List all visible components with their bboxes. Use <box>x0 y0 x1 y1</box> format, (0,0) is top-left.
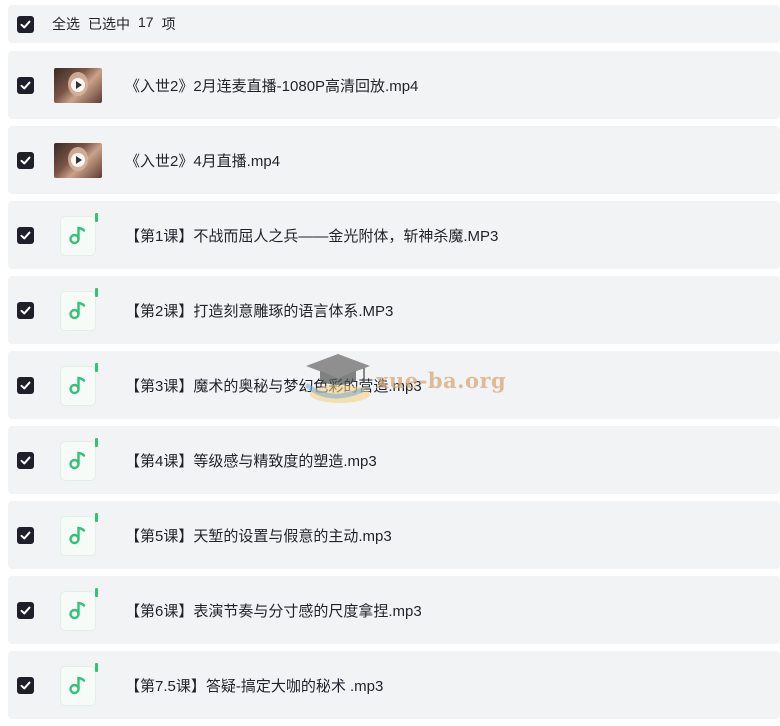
file-list: 《入世2》2月连麦直播-1080P高清回放.mp4 《入世2》4月直播.mp4 … <box>8 51 780 726</box>
audio-file-icon <box>58 513 98 557</box>
row-checkbox[interactable] <box>17 601 34 619</box>
play-icon <box>71 78 85 92</box>
music-note-icon <box>69 376 86 395</box>
music-note-icon <box>69 301 86 320</box>
check-icon <box>20 606 31 614</box>
file-title[interactable]: 【第6课】表演节奏与分寸感的尺度拿捏.mp3 <box>125 600 422 621</box>
video-thumbnail <box>54 67 102 103</box>
file-title[interactable]: 【第4课】等级感与精致度的塑造.mp3 <box>125 450 377 471</box>
file-row[interactable]: 【第7.5课】答疑-搞定大咖的秘术 .mp3 <box>8 651 780 719</box>
audio-file-icon <box>58 588 98 632</box>
file-row[interactable]: 【第3课】魔术的奥秘与梦幻色彩的营造.mp3 <box>8 351 780 419</box>
file-row[interactable]: 【第5课】天堑的设置与假意的主动.mp3 <box>8 501 780 569</box>
selected-prefix: 已选中 <box>88 16 130 32</box>
row-checkbox[interactable] <box>17 526 34 544</box>
check-icon <box>20 306 31 314</box>
music-note-icon <box>69 226 86 245</box>
file-title[interactable]: 【第1课】不战而屈人之兵——金光附体，斩神杀魔.MP3 <box>125 225 498 246</box>
check-icon <box>20 20 31 28</box>
file-row[interactable]: 【第2课】打造刻意雕琢的语言体系.MP3 <box>8 276 780 344</box>
check-icon <box>20 531 31 539</box>
file-title[interactable]: 【第3课】魔术的奥秘与梦幻色彩的营造.mp3 <box>125 375 422 396</box>
row-checkbox[interactable] <box>17 226 34 244</box>
audio-file-icon <box>58 663 98 707</box>
file-title[interactable]: 【第7.5课】答疑-搞定大咖的秘术 .mp3 <box>125 675 383 696</box>
select-all-bar: 全选 已选中 17 项 <box>8 5 780 43</box>
video-thumbnail <box>54 142 102 178</box>
file-row[interactable]: 《入世2》4月直播.mp4 <box>8 126 780 194</box>
file-row[interactable]: 【第6课】表演节奏与分寸感的尺度拿捏.mp3 <box>8 576 780 644</box>
selected-count: 17 <box>138 14 154 30</box>
row-checkbox[interactable] <box>17 76 34 94</box>
audio-file-icon <box>58 288 98 332</box>
check-icon <box>20 456 31 464</box>
music-note-icon <box>69 601 86 620</box>
file-row[interactable]: 《入世2》2月连麦直播-1080P高清回放.mp4 <box>8 51 780 119</box>
audio-file-icon <box>58 213 98 257</box>
row-checkbox[interactable] <box>17 376 34 394</box>
file-title[interactable]: 《入世2》2月连麦直播-1080P高清回放.mp4 <box>125 75 418 96</box>
select-all-checkbox[interactable] <box>17 15 34 33</box>
audio-file-icon <box>58 363 98 407</box>
row-checkbox[interactable] <box>17 151 34 169</box>
music-note-icon <box>69 676 86 695</box>
selected-suffix: 项 <box>161 16 176 32</box>
play-icon <box>71 153 85 167</box>
file-row[interactable]: 【第1课】不战而屈人之兵——金光附体，斩神杀魔.MP3 <box>8 201 780 269</box>
row-checkbox[interactable] <box>17 301 34 319</box>
row-checkbox[interactable] <box>17 676 34 694</box>
row-checkbox[interactable] <box>17 451 34 469</box>
check-icon <box>20 81 31 89</box>
file-title[interactable]: 【第2课】打造刻意雕琢的语言体系.MP3 <box>125 300 393 321</box>
check-icon <box>20 681 31 689</box>
file-title[interactable]: 《入世2》4月直播.mp4 <box>125 150 280 171</box>
selection-summary: 全选 已选中 17 项 <box>52 14 176 34</box>
check-icon <box>20 381 31 389</box>
music-note-icon <box>69 526 86 545</box>
check-icon <box>20 156 31 164</box>
file-row[interactable]: 【第4课】等级感与精致度的塑造.mp3 <box>8 426 780 494</box>
audio-file-icon <box>58 438 98 482</box>
select-all-label[interactable]: 全选 <box>52 14 80 34</box>
music-note-icon <box>69 451 86 470</box>
file-title[interactable]: 【第5课】天堑的设置与假意的主动.mp3 <box>125 525 392 546</box>
check-icon <box>20 231 31 239</box>
